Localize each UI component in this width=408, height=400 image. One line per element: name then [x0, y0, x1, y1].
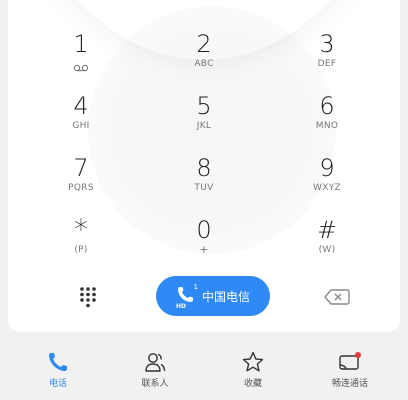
hd-badge: HD — [175, 303, 186, 310]
key-letters: (P) — [74, 245, 88, 255]
tab-label: 电话 — [48, 379, 67, 389]
tab-label: 联系人 — [141, 379, 169, 389]
key-5[interactable]: 5 JKL — [159, 92, 249, 148]
dial-pad-card: 1 2 ABC 3 DEF 4 GHI 5 JKL 6 MNO 7 PQRS 8… — [8, 0, 400, 332]
backspace-button[interactable] — [322, 284, 352, 310]
sim-badge: 1 — [193, 283, 198, 291]
key-digit: # — [316, 216, 338, 244]
tab-favorites[interactable]: 收藏 — [213, 350, 293, 394]
key-4[interactable]: 4 GHI — [36, 92, 126, 148]
key-star[interactable]: * (P) — [36, 216, 126, 272]
key-3[interactable]: 3 DEF — [282, 30, 372, 86]
key-letters: PQRS — [68, 183, 94, 193]
key-letters: GHI — [72, 121, 90, 131]
keypad-toggle-button[interactable] — [74, 282, 104, 312]
key-9[interactable]: 9 WXYZ — [282, 154, 372, 210]
key-digit: 1 — [73, 30, 89, 58]
tab-meetime[interactable]: 畅连通话 — [310, 350, 390, 394]
key-digit: 3 — [319, 30, 335, 58]
voicemail-icon — [36, 58, 126, 72]
key-digit: 7 — [73, 154, 89, 182]
key-1[interactable]: 1 — [36, 30, 126, 86]
key-letters: MNO — [315, 121, 339, 131]
key-letters: WXYZ — [313, 183, 341, 193]
key-7[interactable]: 7 PQRS — [36, 154, 126, 210]
tab-label: 收藏 — [243, 379, 262, 389]
dialer-screen: 1 2 ABC 3 DEF 4 GHI 5 JKL 6 MNO 7 PQRS 8… — [0, 0, 408, 400]
key-digit: 9 — [319, 154, 335, 182]
key-digit: * — [74, 213, 88, 246]
key-letters: ABC — [194, 59, 214, 69]
key-digit: 4 — [73, 92, 89, 120]
backspace-icon — [322, 289, 352, 314]
tab-label: 畅连通话 — [331, 379, 368, 389]
contacts-icon — [115, 350, 195, 374]
phone-icon — [18, 350, 98, 374]
key-letters: (W) — [318, 245, 336, 255]
bottom-tab-bar: 电话 联系人 收藏 畅连通话 — [0, 336, 408, 400]
key-letters: TUV — [194, 183, 214, 193]
key-letters: + — [199, 243, 209, 256]
carrier-label: 中国电信 — [201, 289, 250, 304]
dialpad-grid-icon — [74, 287, 104, 316]
key-digit: 6 — [319, 92, 335, 120]
key-6[interactable]: 6 MNO — [282, 92, 372, 148]
key-0[interactable]: 0 + — [159, 216, 249, 272]
phone-hd-icon: 1 HD — [175, 283, 198, 310]
tab-contacts[interactable]: 联系人 — [115, 350, 195, 394]
tab-phone[interactable]: 电话 — [18, 350, 98, 394]
key-digit: 5 — [196, 92, 212, 120]
video-call-icon — [310, 350, 390, 374]
key-2[interactable]: 2 ABC — [159, 30, 249, 86]
key-letters: DEF — [317, 59, 337, 69]
key-letters: JKL — [196, 121, 212, 131]
key-digit: 8 — [196, 154, 212, 182]
key-digit: 2 — [196, 30, 212, 58]
call-button[interactable]: 1 HD 中国电信 — [156, 276, 270, 316]
star-icon — [213, 350, 293, 374]
key-8[interactable]: 8 TUV — [159, 154, 249, 210]
key-digit: 0 — [196, 216, 212, 244]
key-hash[interactable]: # (W) — [282, 216, 372, 272]
